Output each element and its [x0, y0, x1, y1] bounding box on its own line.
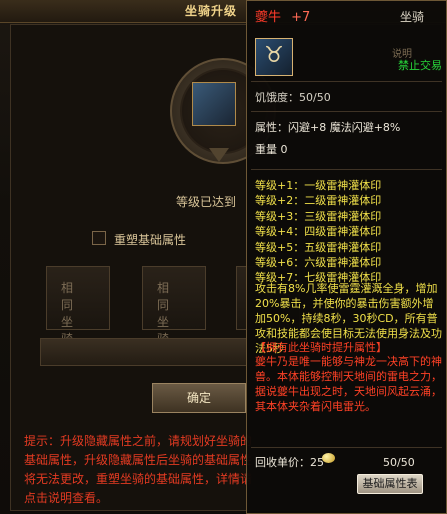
mount-name-text: 夔牛: [255, 10, 282, 25]
mount-slot[interactable]: [192, 82, 236, 126]
trade-status: 禁止交易: [398, 59, 442, 72]
gold-coin-icon: [322, 453, 335, 463]
ox-glyph: ♉: [264, 43, 284, 68]
progress-bar-frame: [40, 338, 247, 366]
weight-text: 重量 0: [255, 143, 288, 156]
same-mount-slot-2[interactable]: 相同坐骑: [142, 266, 206, 346]
mount-lore-text: 夔牛乃是唯一能够与神龙一决高下的神兽。本体能够控制天地间的雷电之力，据说夔牛出现…: [255, 355, 442, 413]
unique-bonus-title: 【拥有此坐骑时提升属性】: [255, 341, 387, 354]
window-title: 坐骑升级: [185, 4, 238, 18]
stack-count: 50/50: [383, 456, 415, 469]
reset-base-attr-label: 重塑基础属性: [114, 233, 187, 247]
reset-base-attr-checkbox[interactable]: [92, 231, 106, 245]
slot-label: 相同坐骑: [157, 281, 188, 346]
mount-name: 夔牛 +7: [255, 6, 310, 25]
base-attr-table-button[interactable]: 基础属性表: [357, 474, 423, 494]
arrow-down-icon: [209, 148, 229, 162]
item-type: 坐骑: [400, 10, 425, 24]
same-mount-slot-1[interactable]: 相同坐骑: [46, 266, 110, 346]
recycle-price: 回收单价：25: [255, 456, 324, 469]
skill-line: 等级+4：四级雷神灌体印: [255, 225, 382, 239]
confirm-button[interactable]: 确定: [152, 383, 246, 413]
skill-list: 等级+1：一级雷神灌体印 等级+2：二级雷神灌体印 等级+3：三级雷神灌体印 等…: [255, 178, 381, 286]
skill-line: 等级+5：五级雷神灌体印: [255, 240, 382, 254]
divider: [251, 169, 442, 170]
attributes-text: 属性：闪避+8 魔法闪避+8%: [255, 121, 401, 134]
mount-tooltip: 夔牛 +7 坐骑 ♉ 说明 禁止交易 饥饿度：50/50 属性：闪避+8 魔法闪…: [246, 0, 447, 514]
ox-mount-icon: ♉: [255, 38, 293, 76]
slot-label: 相同坐骑: [61, 281, 92, 346]
skill-line: 等级+6：六级雷神灌体印: [255, 256, 382, 270]
skill-line: 等级+1：一级雷神灌体印: [255, 179, 382, 192]
divider: [251, 447, 442, 448]
divider: [251, 111, 442, 112]
hint-text: 提示：升级隐藏属性之前，请规划好坐骑的基础属性，升级隐藏属性后坐骑的基础属性将无…: [24, 434, 253, 505]
divider: [251, 81, 442, 82]
skill-line: 等级+3：三级雷神灌体印: [255, 209, 382, 223]
level-status-text: 等级已达到: [176, 195, 237, 209]
hunger-value: 饥饿度：50/50: [255, 91, 331, 104]
skill-line: 等级+2：二级雷神灌体印: [255, 194, 382, 208]
enhance-level: +7: [291, 10, 311, 25]
